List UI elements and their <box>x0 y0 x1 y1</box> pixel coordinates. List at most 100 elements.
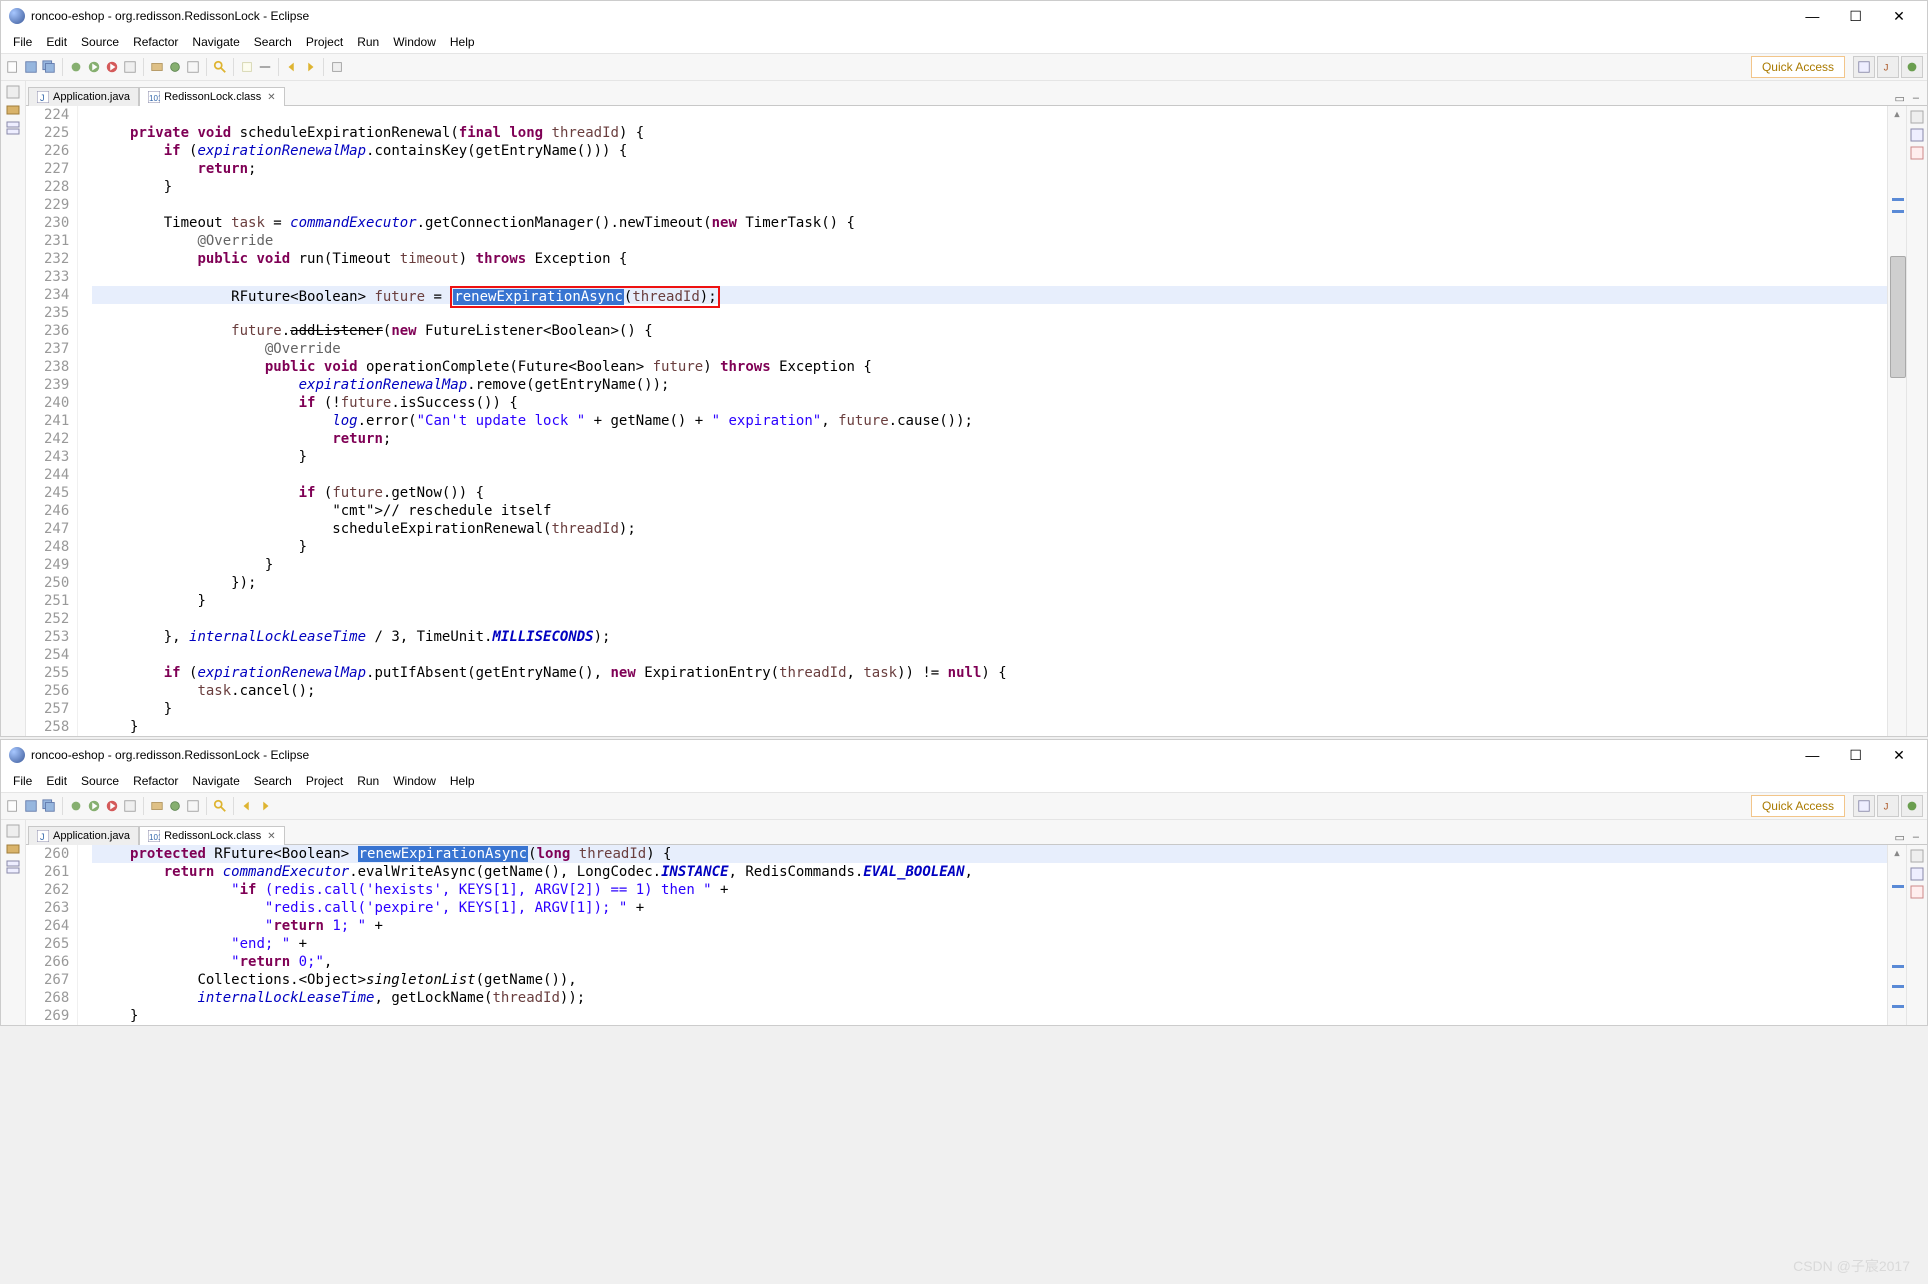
toggle-breadcrumb-icon[interactable] <box>257 59 273 75</box>
menu-run[interactable]: Run <box>351 33 385 51</box>
title-bar[interactable]: roncoo-eshop - org.redisson.RedissonLock… <box>1 1 1927 31</box>
tab-application-java[interactable]: J Application.java <box>28 87 139 106</box>
forward-icon[interactable] <box>257 798 273 814</box>
open-perspective-icon[interactable] <box>1853 56 1875 78</box>
tab-redissonlock-class[interactable]: 101 RedissonLock.class ✕ <box>139 826 285 845</box>
restore-view-icon[interactable] <box>6 824 20 838</box>
debug-icon[interactable] <box>68 798 84 814</box>
menu-refactor[interactable]: Refactor <box>127 772 184 790</box>
debug-icon[interactable] <box>68 59 84 75</box>
search-icon[interactable] <box>212 59 228 75</box>
quick-access-field[interactable]: Quick Access <box>1751 795 1845 817</box>
open-type-icon[interactable] <box>185 798 201 814</box>
menu-help[interactable]: Help <box>444 33 481 51</box>
java-perspective-icon[interactable]: J <box>1877 56 1899 78</box>
new-class-icon[interactable] <box>167 798 183 814</box>
search-icon[interactable] <box>212 798 228 814</box>
run-last-icon[interactable] <box>104 59 120 75</box>
java-perspective-icon[interactable]: J <box>1877 795 1899 817</box>
menu-search[interactable]: Search <box>248 33 298 51</box>
folding-ruler[interactable] <box>78 106 92 736</box>
run-last-icon[interactable] <box>104 798 120 814</box>
restore-view-icon[interactable] <box>1910 110 1924 124</box>
maximize-button[interactable]: ☐ <box>1836 747 1876 764</box>
menu-project[interactable]: Project <box>300 33 349 51</box>
tab-close-icon[interactable]: ✕ <box>265 831 275 842</box>
new-icon[interactable] <box>5 798 21 814</box>
menu-window[interactable]: Window <box>387 33 442 51</box>
menu-run[interactable]: Run <box>351 772 385 790</box>
ext-tools-icon[interactable] <box>122 798 138 814</box>
outline-icon[interactable] <box>1910 867 1924 881</box>
scroll-up-icon[interactable]: ▴ <box>1888 845 1906 861</box>
line-number-ruler[interactable]: 260261262263264265266267268269 <box>26 845 78 1025</box>
menu-edit[interactable]: Edit <box>40 33 73 51</box>
line-number-ruler[interactable]: 2242252262272282292302312322332342352362… <box>26 106 78 736</box>
new-package-icon[interactable] <box>149 798 165 814</box>
source-editor[interactable]: 2242252262272282292302312322332342352362… <box>26 106 1906 736</box>
save-icon[interactable] <box>23 59 39 75</box>
save-icon[interactable] <box>23 798 39 814</box>
toggle-mark-icon[interactable] <box>239 59 255 75</box>
minimize-button[interactable]: — <box>1792 747 1832 763</box>
save-all-icon[interactable] <box>41 798 57 814</box>
folding-ruler[interactable] <box>78 845 92 1025</box>
tasks-icon[interactable] <box>1910 885 1924 899</box>
open-perspective-icon[interactable] <box>1853 795 1875 817</box>
debug-perspective-icon[interactable] <box>1901 56 1923 78</box>
menu-source[interactable]: Source <box>75 33 125 51</box>
servers-icon[interactable] <box>6 860 20 874</box>
scrollbar-thumb[interactable] <box>1890 256 1906 378</box>
debug-perspective-icon[interactable] <box>1901 795 1923 817</box>
menu-project[interactable]: Project <box>300 772 349 790</box>
restore-view-icon[interactable] <box>1910 849 1924 863</box>
close-button[interactable]: ✕ <box>1879 8 1919 25</box>
tab-close-icon[interactable]: ✕ <box>265 92 275 103</box>
menu-refactor[interactable]: Refactor <box>127 33 184 51</box>
package-explorer-icon[interactable] <box>6 842 20 856</box>
restore-view-icon[interactable] <box>6 85 20 99</box>
tabs-restore-icon[interactable]: ▭ <box>1894 831 1904 844</box>
run-icon[interactable] <box>86 59 102 75</box>
minimize-button[interactable]: — <box>1792 8 1832 24</box>
menu-edit[interactable]: Edit <box>40 772 73 790</box>
overview-ruler[interactable]: ▴ <box>1887 845 1906 1025</box>
open-type-icon[interactable] <box>185 59 201 75</box>
menu-file[interactable]: File <box>7 33 38 51</box>
tabs-restore-icon[interactable]: ▭ <box>1894 92 1904 105</box>
code-content[interactable]: private void scheduleExpirationRenewal(f… <box>92 106 1887 736</box>
quick-access-field[interactable]: Quick Access <box>1751 56 1845 78</box>
new-package-icon[interactable] <box>149 59 165 75</box>
tabs-minimize-icon[interactable]: – <box>1913 92 1919 105</box>
tasks-icon[interactable] <box>1910 146 1924 160</box>
outline-icon[interactable] <box>1910 128 1924 142</box>
save-all-icon[interactable] <box>41 59 57 75</box>
title-bar[interactable]: roncoo-eshop - org.redisson.RedissonLock… <box>1 740 1927 770</box>
back-icon[interactable] <box>284 59 300 75</box>
scroll-up-icon[interactable]: ▴ <box>1888 106 1906 122</box>
menu-search[interactable]: Search <box>248 772 298 790</box>
close-button[interactable]: ✕ <box>1879 747 1919 764</box>
forward-icon[interactable] <box>302 59 318 75</box>
run-icon[interactable] <box>86 798 102 814</box>
package-explorer-icon[interactable] <box>6 103 20 117</box>
maximize-button[interactable]: ☐ <box>1836 8 1876 25</box>
menu-window[interactable]: Window <box>387 772 442 790</box>
menu-file[interactable]: File <box>7 772 38 790</box>
tabs-minimize-icon[interactable]: – <box>1913 831 1919 844</box>
menu-source[interactable]: Source <box>75 772 125 790</box>
overview-ruler[interactable]: ▴ <box>1887 106 1906 736</box>
servers-icon[interactable] <box>6 121 20 135</box>
menu-navigate[interactable]: Navigate <box>186 33 245 51</box>
new-class-icon[interactable] <box>167 59 183 75</box>
tab-application-java[interactable]: J Application.java <box>28 826 139 845</box>
pin-icon[interactable] <box>329 59 345 75</box>
ext-tools-icon[interactable] <box>122 59 138 75</box>
menu-help[interactable]: Help <box>444 772 481 790</box>
source-editor[interactable]: 260261262263264265266267268269 protected… <box>26 845 1906 1025</box>
back-icon[interactable] <box>239 798 255 814</box>
code-content[interactable]: protected RFuture<Boolean> renewExpirati… <box>92 845 1887 1025</box>
menu-navigate[interactable]: Navigate <box>186 772 245 790</box>
tab-redissonlock-class[interactable]: 101 RedissonLock.class ✕ <box>139 87 285 106</box>
new-icon[interactable] <box>5 59 21 75</box>
